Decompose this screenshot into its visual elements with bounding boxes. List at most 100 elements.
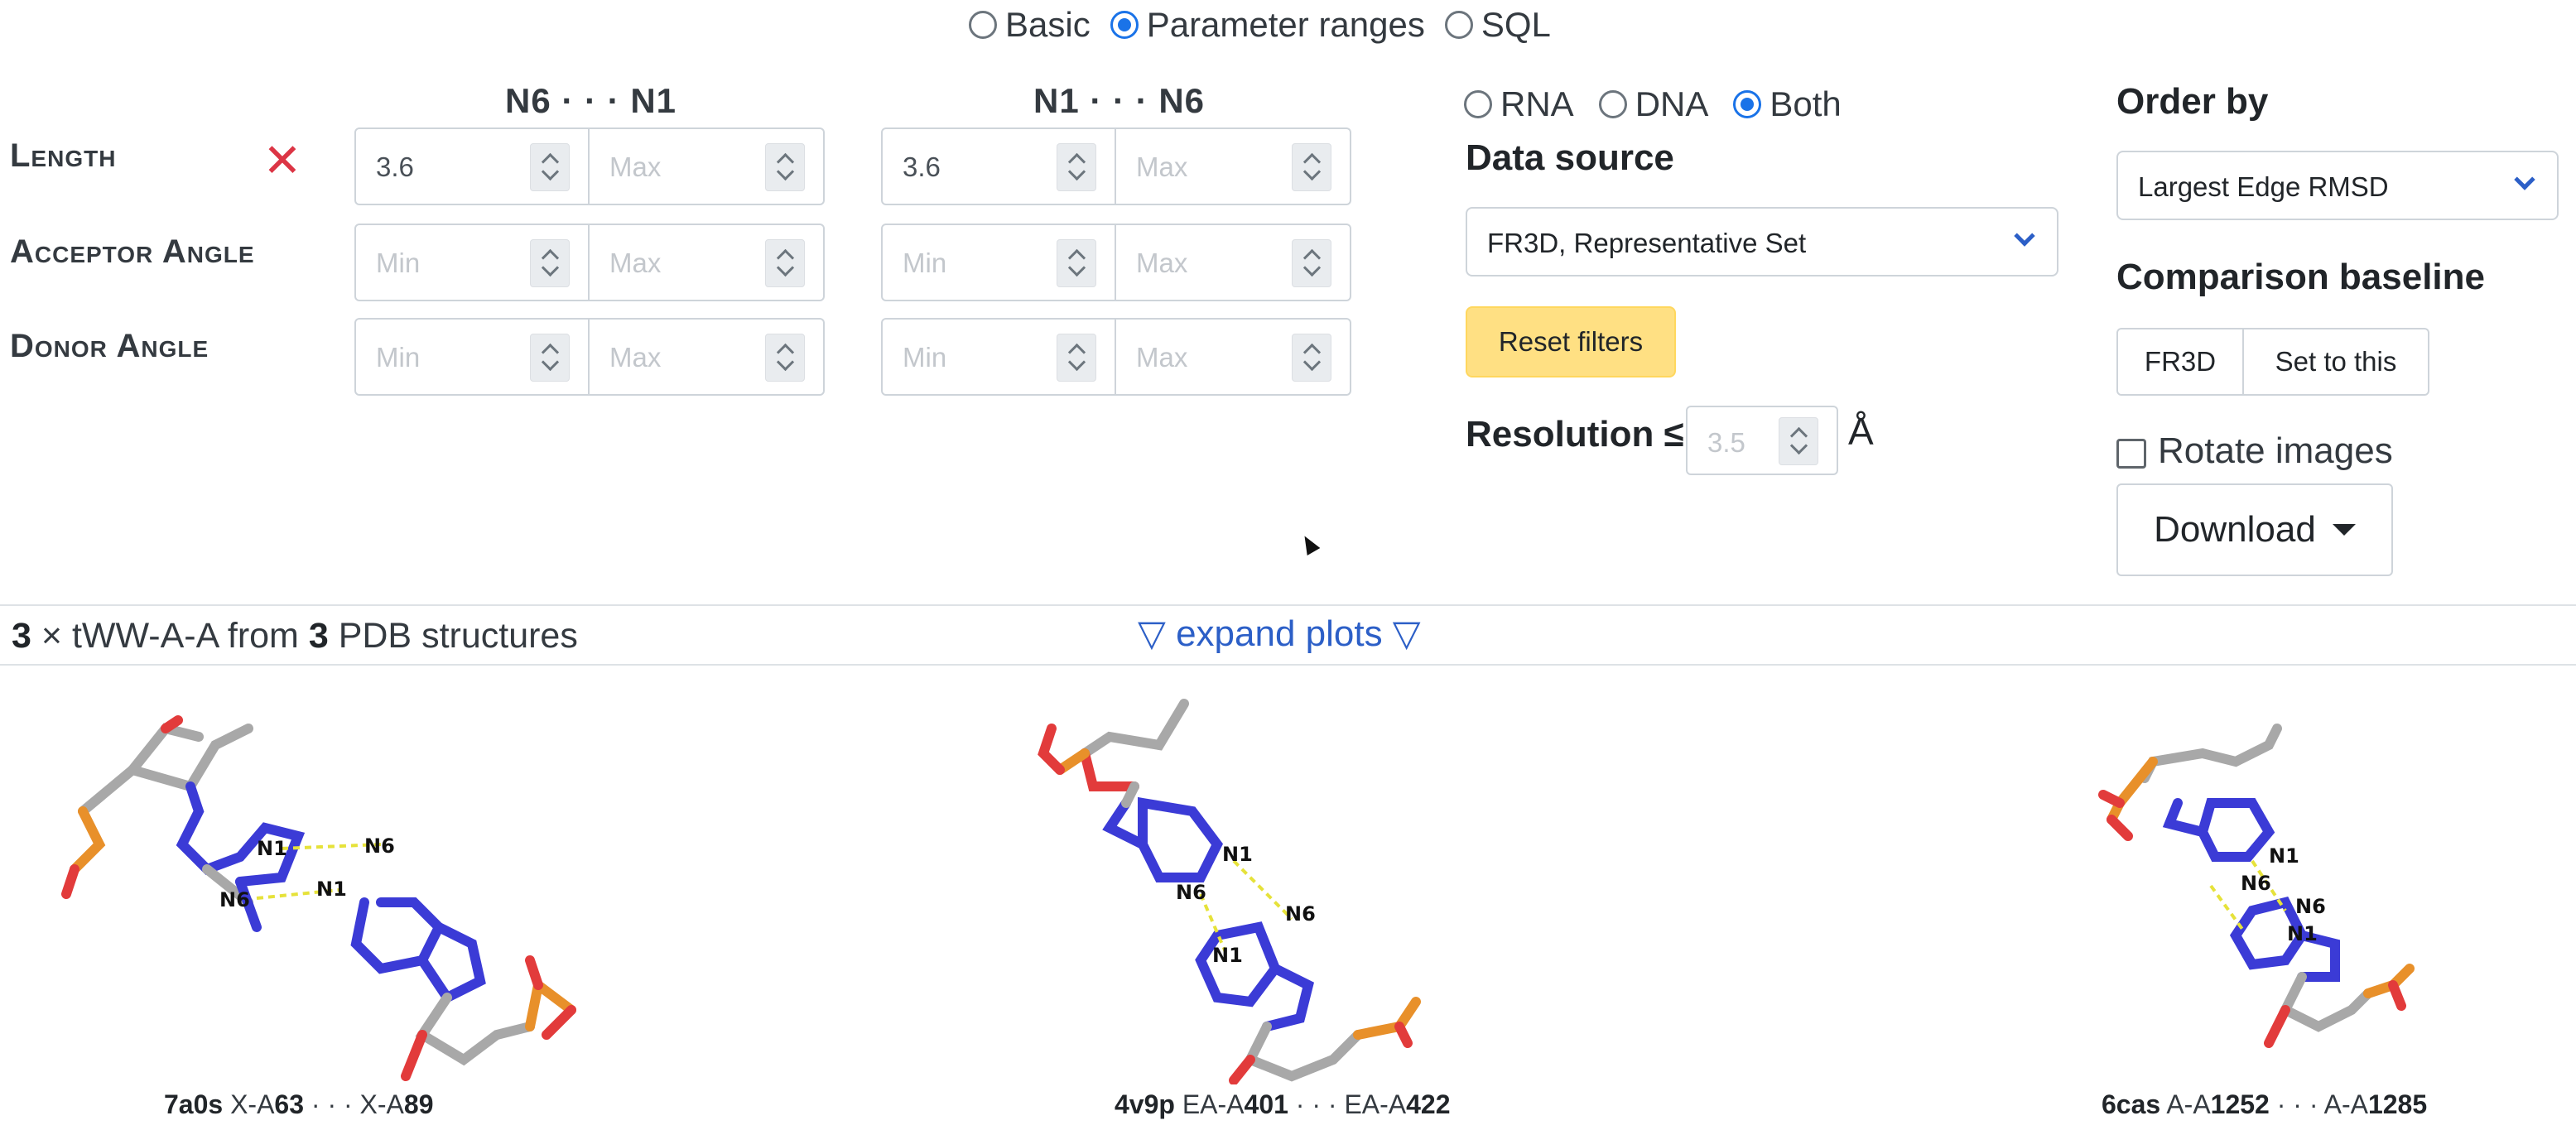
donor-col2-min-placeholder: Min (903, 342, 947, 373)
acceptor-col1-max-input[interactable]: Max (590, 224, 825, 301)
spinner-icon[interactable] (1779, 417, 1818, 465)
length-col1-min-value: 3.6 (376, 151, 414, 182)
acceptor-col2-max-placeholder: Max (1136, 248, 1188, 278)
divider (0, 604, 2576, 606)
na-both-label: Both (1769, 84, 1842, 123)
times-sign: × (41, 616, 62, 656)
divider (0, 664, 2576, 666)
mode-basic-label: Basic (1005, 5, 1091, 44)
residue: 89 (403, 1089, 434, 1119)
chain: EA-A (1182, 1089, 1245, 1119)
length-col1-max-placeholder: Max (609, 151, 662, 182)
donor-col2-max-input[interactable]: Max (1116, 318, 1351, 396)
resolution-label: Resolution ≤ (1466, 414, 1684, 454)
mouse-cursor-icon (1298, 531, 1321, 556)
result-caption-3[interactable]: 6cas A-A1252 · · · A-A1285 (2102, 1089, 2427, 1120)
length-col1-min-input[interactable]: 3.6 (354, 127, 590, 205)
download-button[interactable]: Download (2116, 483, 2393, 576)
donor-col1-max-input[interactable]: Max (590, 318, 825, 396)
basepair-image-1[interactable]: N1 N6 N6 N1 (33, 679, 662, 1084)
data-source-value: FR3D, Representative Set (1487, 228, 1807, 258)
data-source-heading: Data source (1466, 137, 1674, 178)
acceptor-col2-min-placeholder: Min (903, 248, 947, 278)
length-col1-max-input[interactable]: Max (590, 127, 825, 205)
data-source-select[interactable]: FR3D, Representative Set (1466, 207, 2058, 276)
atom-label-n1: N1 (2269, 844, 2299, 868)
atom-label-n1: N1 (316, 878, 347, 901)
spinner-icon[interactable] (765, 239, 805, 287)
spinner-icon[interactable] (1292, 239, 1331, 287)
na-dna-option[interactable]: DNA (1598, 84, 1708, 124)
length-col2-min-input[interactable]: 3.6 (881, 127, 1116, 205)
acceptor-col1-max-placeholder: Max (609, 248, 662, 278)
spinner-icon[interactable] (765, 143, 805, 191)
comparison-baseline-heading: Comparison baseline (2116, 257, 2486, 297)
chain: EA-A (1344, 1089, 1407, 1119)
length-col2-min-value: 3.6 (903, 151, 941, 182)
structures-suffix: PDB structures (338, 616, 578, 656)
resolution-unit: Å (1848, 410, 1874, 453)
pdb-id: 7a0s (164, 1089, 224, 1119)
pdb-id: 4v9p (1115, 1089, 1175, 1119)
acceptor-col2-max-input[interactable]: Max (1116, 224, 1351, 301)
pdb-id: 6cas (2102, 1089, 2161, 1119)
na-both-radio[interactable] (1733, 90, 1762, 118)
length-label: Length (10, 137, 117, 174)
comparison-baseline-buttons: FR3D Set to this (2116, 328, 2429, 396)
mode-basic-radio[interactable] (969, 11, 997, 39)
acceptor-col2-min-input[interactable]: Min (881, 224, 1116, 301)
rotate-images-label: Rotate images (2158, 430, 2393, 471)
spinner-icon[interactable] (765, 334, 805, 382)
column-header-n1-n6: N1 · · · N6 (1033, 81, 1206, 120)
atom-label-n6: N6 (364, 834, 395, 858)
na-dna-radio[interactable] (1598, 90, 1627, 118)
donor-col2-min-input[interactable]: Min (881, 318, 1116, 396)
acceptor-col1-min-input[interactable]: Min (354, 224, 590, 301)
na-rna-radio[interactable] (1464, 90, 1492, 118)
length-col2-max-placeholder: Max (1136, 151, 1188, 182)
set-to-this-button[interactable]: Set to this (2244, 328, 2429, 396)
spinner-icon[interactable] (530, 143, 570, 191)
baseline-fr3d-button[interactable]: FR3D (2116, 328, 2244, 396)
donor-col1-min-input[interactable]: Min (354, 318, 590, 396)
chevron-down-icon (2514, 169, 2535, 190)
resolution-placeholder: 3.5 (1707, 427, 1745, 458)
spinner-icon[interactable] (530, 334, 570, 382)
order-by-select[interactable]: Largest Edge RMSD (2116, 151, 2559, 220)
spinner-icon[interactable] (530, 239, 570, 287)
results-summary: 3 × tWW-A-A from 3 PDB structures (12, 616, 578, 656)
spinner-icon[interactable] (1057, 334, 1096, 382)
query-mode-radios: Basic Parameter ranges SQL (969, 2, 1551, 48)
resolution-input[interactable]: 3.5 (1686, 406, 1838, 475)
reset-filters-button[interactable]: Reset filters (1466, 306, 1676, 377)
na-both-option[interactable]: Both (1733, 84, 1842, 124)
length-col2-max-input[interactable]: Max (1116, 127, 1351, 205)
residue: 422 (1406, 1089, 1451, 1119)
clear-length-x-icon[interactable]: ✕ (262, 137, 303, 184)
donor-col1-min-placeholder: Min (376, 342, 421, 373)
chain: A-A (2323, 1089, 2368, 1119)
rotate-images-checkbox[interactable] (2116, 439, 2146, 469)
mode-sql-radio[interactable] (1444, 11, 1473, 39)
mode-parameter-ranges-option[interactable]: Parameter ranges (1110, 5, 1425, 45)
basepair-image-3[interactable]: N1 N6 N6 N1 (1921, 679, 2550, 1084)
mode-sql-option[interactable]: SQL (1444, 5, 1551, 45)
separator: · · · (2276, 1089, 2318, 1119)
spinner-icon[interactable] (1292, 143, 1331, 191)
result-caption-2[interactable]: 4v9p EA-A401 · · · EA-A422 (1115, 1089, 1451, 1120)
na-rna-option[interactable]: RNA (1464, 84, 1574, 124)
order-by-heading: Order by (2116, 81, 2269, 122)
mode-parameter-ranges-radio[interactable] (1110, 11, 1139, 39)
from-word: from (227, 616, 299, 656)
basepair-image-2[interactable]: N1 N6 N6 N1 (977, 679, 1606, 1084)
residue: 401 (1244, 1089, 1288, 1119)
expand-plots-link[interactable]: ▽ expand plots ▽ (1138, 613, 1421, 655)
spinner-icon[interactable] (1057, 143, 1096, 191)
spinner-icon[interactable] (1292, 334, 1331, 382)
atom-label-n6: N6 (2295, 895, 2326, 918)
result-caption-1[interactable]: 7a0s X-A63 · · · X-A89 (164, 1089, 433, 1120)
residue: 63 (274, 1089, 305, 1119)
spinner-icon[interactable] (1057, 239, 1096, 287)
mode-basic-option[interactable]: Basic (969, 5, 1091, 45)
donor-col1-max-placeholder: Max (609, 342, 662, 373)
